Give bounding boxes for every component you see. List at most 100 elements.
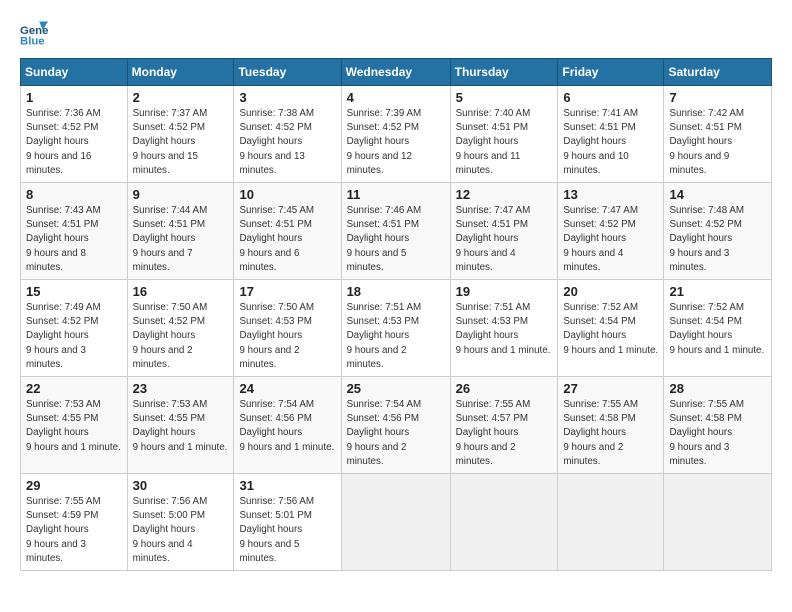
day-info: Sunrise: 7:50 AMSunset: 4:52 PMDaylight … xyxy=(133,302,208,370)
calendar-cell: 2 Sunrise: 7:37 AMSunset: 4:52 PMDaylight… xyxy=(127,86,234,183)
calendar-cell: 16 Sunrise: 7:50 AMSunset: 4:52 PMDayligh… xyxy=(127,280,234,377)
day-info: Sunrise: 7:47 AMSunset: 4:51 PMDaylight … xyxy=(456,205,531,273)
day-number: 31 xyxy=(239,478,336,493)
day-info: Sunrise: 7:50 AMSunset: 4:53 PMDaylight … xyxy=(239,302,314,370)
calendar-cell: 19 Sunrise: 7:51 AMSunset: 4:53 PMDayligh… xyxy=(450,280,558,377)
logo: General Blue xyxy=(20,18,48,46)
day-number: 28 xyxy=(669,381,767,396)
day-number: 26 xyxy=(456,381,554,396)
day-number: 21 xyxy=(669,284,767,299)
day-info: Sunrise: 7:55 AMSunset: 4:59 PMDaylight … xyxy=(26,496,101,564)
weekday-header-saturday: Saturday xyxy=(664,59,772,86)
day-info: Sunrise: 7:47 AMSunset: 4:52 PMDaylight … xyxy=(563,205,638,273)
day-number: 10 xyxy=(239,187,336,202)
calendar-cell: 20 Sunrise: 7:52 AMSunset: 4:54 PMDayligh… xyxy=(558,280,664,377)
calendar-cell: 18 Sunrise: 7:51 AMSunset: 4:53 PMDayligh… xyxy=(341,280,450,377)
day-info: Sunrise: 7:52 AMSunset: 4:54 PMDaylight … xyxy=(669,302,764,356)
day-info: Sunrise: 7:55 AMSunset: 4:58 PMDaylight … xyxy=(563,399,638,467)
day-info: Sunrise: 7:38 AMSunset: 4:52 PMDaylight … xyxy=(239,108,314,176)
calendar-cell: 12 Sunrise: 7:47 AMSunset: 4:51 PMDayligh… xyxy=(450,183,558,280)
day-number: 29 xyxy=(26,478,123,493)
calendar-cell: 21 Sunrise: 7:52 AMSunset: 4:54 PMDayligh… xyxy=(664,280,772,377)
calendar-cell: 7 Sunrise: 7:42 AMSunset: 4:51 PMDaylight… xyxy=(664,86,772,183)
day-info: Sunrise: 7:51 AMSunset: 4:53 PMDaylight … xyxy=(456,302,551,356)
calendar-cell: 9 Sunrise: 7:44 AMSunset: 4:51 PMDaylight… xyxy=(127,183,234,280)
calendar-cell: 17 Sunrise: 7:50 AMSunset: 4:53 PMDayligh… xyxy=(234,280,341,377)
day-info: Sunrise: 7:45 AMSunset: 4:51 PMDaylight … xyxy=(239,205,314,273)
day-info: Sunrise: 7:56 AMSunset: 5:01 PMDaylight … xyxy=(239,496,314,564)
day-number: 5 xyxy=(456,90,554,105)
day-info: Sunrise: 7:55 AMSunset: 4:58 PMDaylight … xyxy=(669,399,744,467)
day-number: 6 xyxy=(563,90,659,105)
calendar-cell: 25Sunrise: 7:54 AMSunset: 4:56 PMDayligh… xyxy=(341,377,450,474)
day-number: 19 xyxy=(456,284,554,299)
day-number: 12 xyxy=(456,187,554,202)
day-number: 24 xyxy=(239,381,336,396)
calendar-cell: 22 Sunrise: 7:53 AMSunset: 4:55 PMDayligh… xyxy=(21,377,128,474)
weekday-header-sunday: Sunday xyxy=(21,59,128,86)
day-info: Sunrise: 7:51 AMSunset: 4:53 PMDaylight … xyxy=(347,302,422,370)
day-info: Sunrise: 7:55 AMSunset: 4:57 PMDaylight … xyxy=(456,399,531,467)
calendar-week-3: 15 Sunrise: 7:49 AMSunset: 4:52 PMDayligh… xyxy=(21,280,772,377)
calendar-cell: 5 Sunrise: 7:40 AMSunset: 4:51 PMDaylight… xyxy=(450,86,558,183)
calendar-cell xyxy=(558,474,664,571)
day-number: 23 xyxy=(133,381,230,396)
weekday-header-friday: Friday xyxy=(558,59,664,86)
day-info: Sunrise: 7:42 AMSunset: 4:51 PMDaylight … xyxy=(669,108,744,176)
day-info: Sunrise: 7:53 AMSunset: 4:55 PMDaylight … xyxy=(26,399,121,453)
day-info: Sunrise: 7:54 AMSunset: 4:56 PMDaylight … xyxy=(347,399,422,467)
day-number: 2 xyxy=(133,90,230,105)
day-number: 4 xyxy=(347,90,446,105)
calendar-week-5: 29 Sunrise: 7:55 AMSunset: 4:59 PMDayligh… xyxy=(21,474,772,571)
day-number: 11 xyxy=(347,187,446,202)
day-info: Sunrise: 7:43 AMSunset: 4:51 PMDaylight … xyxy=(26,205,101,273)
day-number: 13 xyxy=(563,187,659,202)
weekday-header-thursday: Thursday xyxy=(450,59,558,86)
calendar-week-4: 22 Sunrise: 7:53 AMSunset: 4:55 PMDayligh… xyxy=(21,377,772,474)
day-number: 14 xyxy=(669,187,767,202)
calendar-cell: 27Sunrise: 7:55 AMSunset: 4:58 PMDayligh… xyxy=(558,377,664,474)
day-number: 9 xyxy=(133,187,230,202)
svg-text:Blue: Blue xyxy=(20,35,45,46)
calendar-cell: 4Sunrise: 7:39 AMSunset: 4:52 PMDaylight… xyxy=(341,86,450,183)
day-info: Sunrise: 7:44 AMSunset: 4:51 PMDaylight … xyxy=(133,205,208,273)
calendar-cell: 13 Sunrise: 7:47 AMSunset: 4:52 PMDayligh… xyxy=(558,183,664,280)
day-info: Sunrise: 7:40 AMSunset: 4:51 PMDaylight … xyxy=(456,108,531,176)
day-info: Sunrise: 7:52 AMSunset: 4:54 PMDaylight … xyxy=(563,302,658,356)
day-number: 8 xyxy=(26,187,123,202)
calendar-table: SundayMondayTuesdayWednesdayThursdayFrid… xyxy=(20,58,772,571)
weekday-header-wednesday: Wednesday xyxy=(341,59,450,86)
day-number: 20 xyxy=(563,284,659,299)
day-number: 16 xyxy=(133,284,230,299)
calendar-cell: 28 Sunrise: 7:55 AMSunset: 4:58 PMDayligh… xyxy=(664,377,772,474)
day-number: 30 xyxy=(133,478,230,493)
calendar-week-1: 1Sunrise: 7:36 AMSunset: 4:52 PMDaylight… xyxy=(21,86,772,183)
calendar-cell xyxy=(450,474,558,571)
day-number: 17 xyxy=(239,284,336,299)
calendar-cell: 24 Sunrise: 7:54 AMSunset: 4:56 PMDayligh… xyxy=(234,377,341,474)
day-info: Sunrise: 7:48 AMSunset: 4:52 PMDaylight … xyxy=(669,205,744,273)
calendar-cell: 11Sunrise: 7:46 AMSunset: 4:51 PMDayligh… xyxy=(341,183,450,280)
day-number: 22 xyxy=(26,381,123,396)
calendar-week-2: 8 Sunrise: 7:43 AMSunset: 4:51 PMDaylight… xyxy=(21,183,772,280)
calendar-cell: 29 Sunrise: 7:55 AMSunset: 4:59 PMDayligh… xyxy=(21,474,128,571)
day-info: Sunrise: 7:54 AMSunset: 4:56 PMDaylight … xyxy=(239,399,334,453)
day-info: Sunrise: 7:49 AMSunset: 4:52 PMDaylight … xyxy=(26,302,101,370)
page-header: General Blue xyxy=(20,18,772,46)
day-number: 7 xyxy=(669,90,767,105)
calendar-cell: 6 Sunrise: 7:41 AMSunset: 4:51 PMDaylight… xyxy=(558,86,664,183)
calendar-cell: 10 Sunrise: 7:45 AMSunset: 4:51 PMDayligh… xyxy=(234,183,341,280)
calendar-cell: 26 Sunrise: 7:55 AMSunset: 4:57 PMDayligh… xyxy=(450,377,558,474)
calendar-cell: 30Sunrise: 7:56 AMSunset: 5:00 PMDayligh… xyxy=(127,474,234,571)
calendar-cell: 15 Sunrise: 7:49 AMSunset: 4:52 PMDayligh… xyxy=(21,280,128,377)
day-number: 18 xyxy=(347,284,446,299)
calendar-cell xyxy=(664,474,772,571)
calendar-cell: 3Sunrise: 7:38 AMSunset: 4:52 PMDaylight… xyxy=(234,86,341,183)
calendar-cell: 1Sunrise: 7:36 AMSunset: 4:52 PMDaylight… xyxy=(21,86,128,183)
day-info: Sunrise: 7:37 AMSunset: 4:52 PMDaylight … xyxy=(133,108,208,176)
day-number: 15 xyxy=(26,284,123,299)
day-info: Sunrise: 7:41 AMSunset: 4:51 PMDaylight … xyxy=(563,108,638,176)
calendar-cell xyxy=(341,474,450,571)
calendar-cell: 8 Sunrise: 7:43 AMSunset: 4:51 PMDaylight… xyxy=(21,183,128,280)
calendar-cell: 31 Sunrise: 7:56 AMSunset: 5:01 PMDayligh… xyxy=(234,474,341,571)
